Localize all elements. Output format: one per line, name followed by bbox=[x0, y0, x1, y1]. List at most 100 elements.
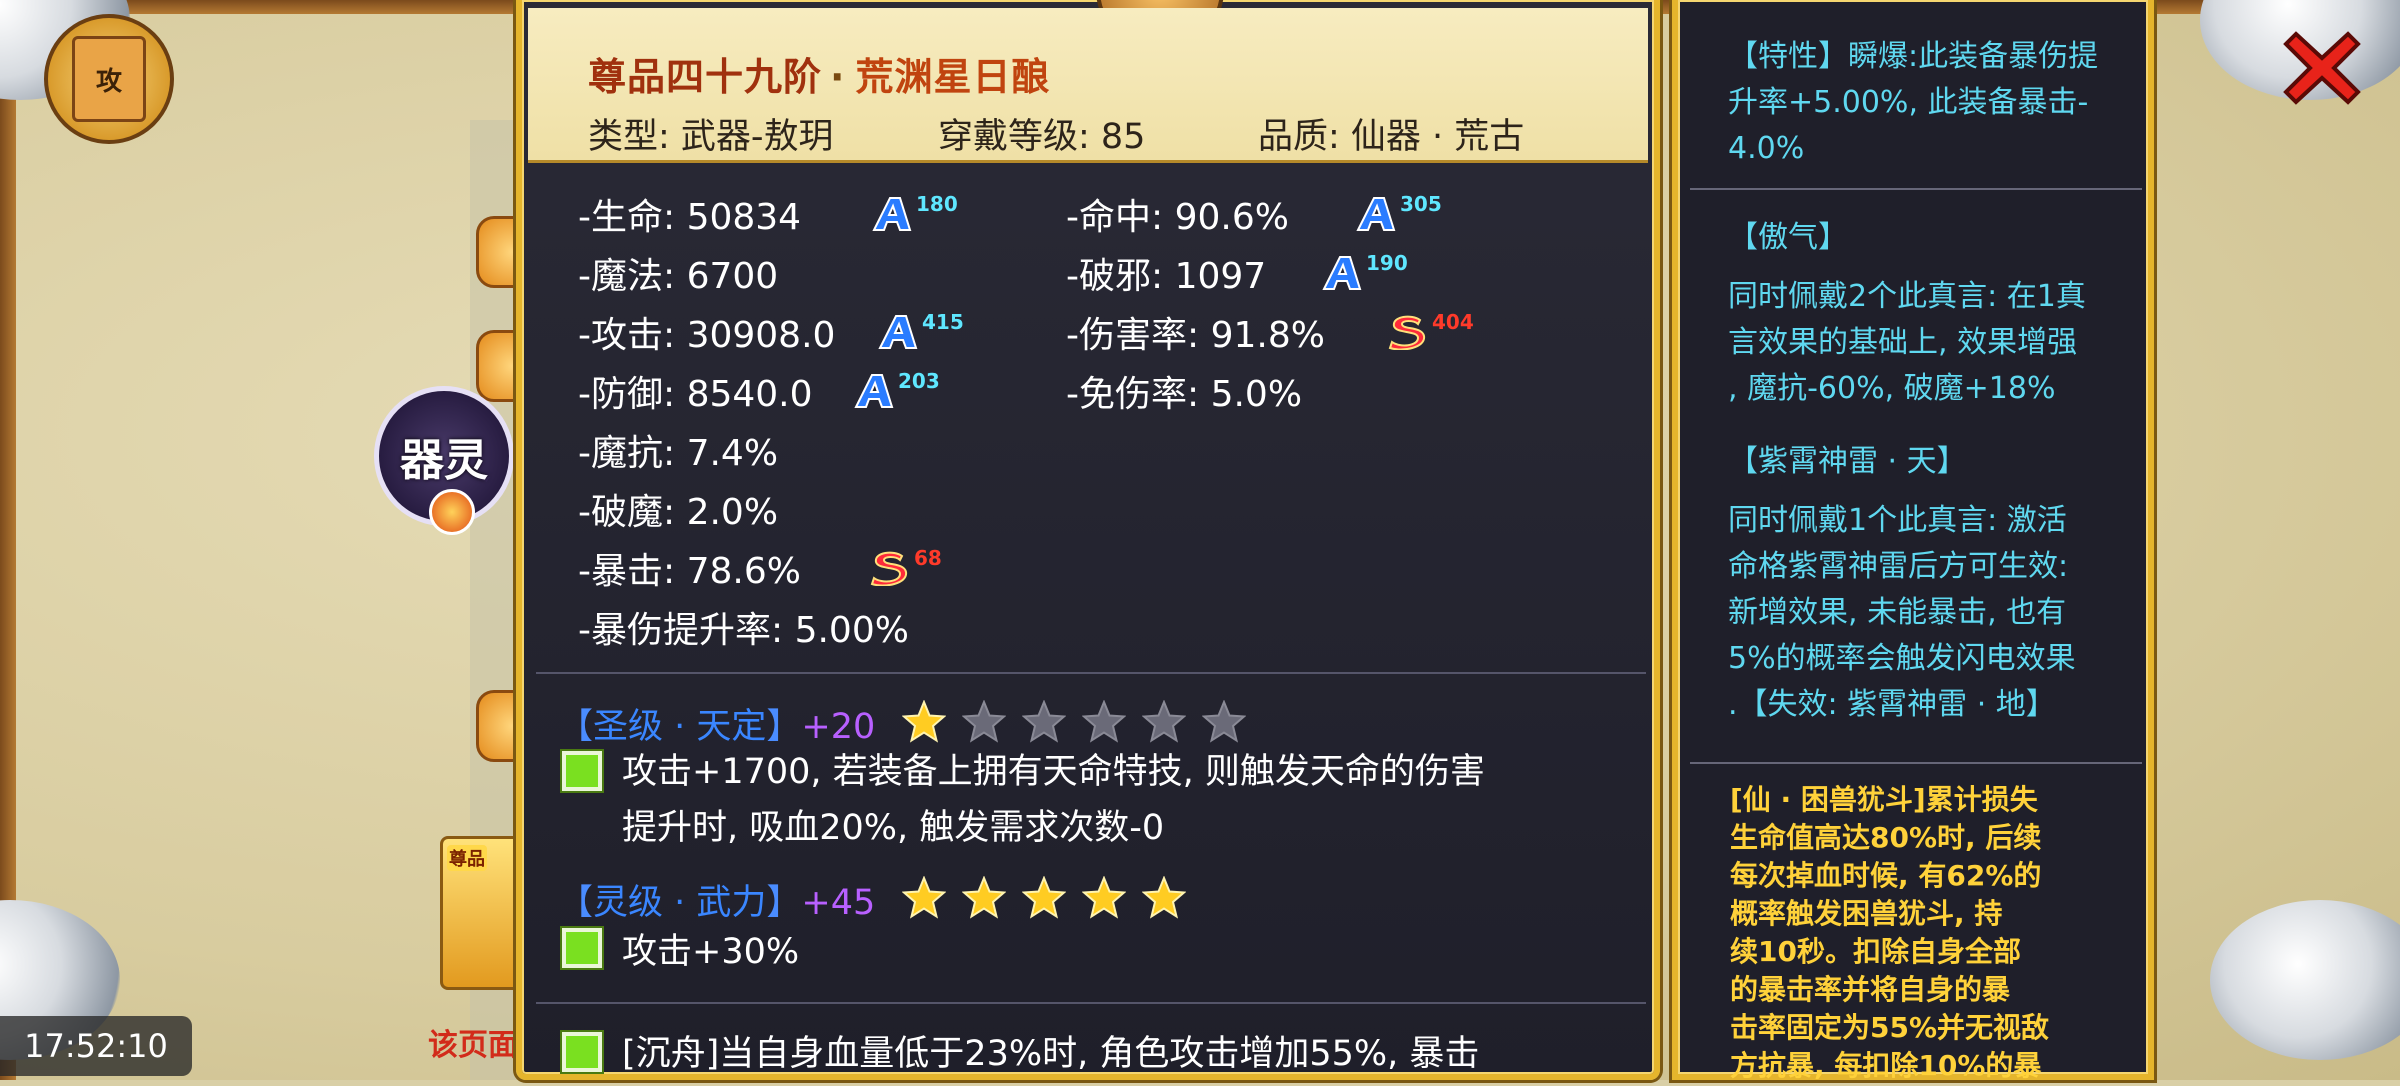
trait-line: 升率+5.00%, 此装备暴击- bbox=[1728, 85, 2089, 120]
page-note-text: 该页面 bbox=[428, 1028, 518, 1063]
aoqi-line: , 魔抗-60%, 破魔+18% bbox=[1728, 371, 2056, 406]
item-title: 尊品四十九阶 · 荒渊星日酿 bbox=[588, 46, 1050, 101]
item-quality: 品质: 仙器 · 荒古 bbox=[1258, 117, 1525, 157]
level-bracket: 】 bbox=[766, 707, 802, 747]
trait-line: 4.0% bbox=[1728, 131, 1805, 166]
level-desc-line: 攻击+30% bbox=[622, 932, 800, 972]
grade-s-icon bbox=[1388, 315, 1426, 350]
zixiao-line: .【失效: 紫霄神雷 · 地】 bbox=[1728, 687, 2056, 722]
level-plus: +45 bbox=[801, 883, 876, 923]
clock-display: 17:52:10 bbox=[0, 1016, 192, 1076]
xian-line: 生命值高达80%时, 后续 bbox=[1730, 821, 2042, 854]
equipment-grade-tag: 尊品 bbox=[447, 845, 487, 871]
stat-mp: -魔法: 6700 bbox=[578, 256, 779, 297]
level-label: 灵级 · 武力 bbox=[593, 883, 767, 923]
qiling-label: 器灵 bbox=[400, 435, 488, 486]
level-title-holy: 【圣级 · 天定】+20 bbox=[558, 698, 875, 749]
stat-crit-dmg-rate: -暴伤提升率: 5.00% bbox=[578, 610, 909, 651]
title-dot: · bbox=[830, 55, 846, 99]
zixiao-line: 新增效果, 未能暴击, 也有 bbox=[1728, 595, 2067, 630]
extra-desc-line: [沉舟]当自身血量低于23%时, 角色攻击增加55%, 暴击 bbox=[622, 1034, 1480, 1074]
item-header: 尊品四十九阶 · 荒渊星日酿 类型: 武器-敖玥 穿戴等级: 85 品质: 仙器 ·… bbox=[528, 8, 1648, 163]
xian-line: [仙 · 困兽犹斗]累计损失 bbox=[1730, 783, 2038, 816]
xian-line: 击率固定为55%并无视敌 bbox=[1730, 1011, 2050, 1044]
level-plus: +20 bbox=[801, 707, 876, 747]
level-bracket: 【 bbox=[558, 883, 594, 923]
star-filled-icon bbox=[1022, 876, 1066, 919]
section-divider bbox=[536, 1002, 1646, 1004]
item-name: 荒渊星日酿 bbox=[855, 55, 1051, 99]
star-filled-icon bbox=[902, 700, 946, 743]
effects-side-panel: 【特性】瞬爆:此装备暴伤提 升率+5.00%, 此装备暴击- 4.0% 【傲气】… bbox=[1672, 0, 2154, 1082]
star-filled-icon bbox=[962, 876, 1006, 919]
section-divider bbox=[536, 672, 1646, 674]
stat-accuracy: -命中: 90.6% bbox=[1066, 197, 1289, 238]
stat-evil-break: -破邪: 1097 bbox=[1066, 256, 1267, 297]
grade-a-value: 305 bbox=[1400, 192, 1442, 216]
section-divider bbox=[1690, 762, 2142, 764]
xian-line: 的暴击率并将自身的暴 bbox=[1730, 973, 2011, 1006]
stat-damage-reduction: -免伤率: 5.0% bbox=[1066, 374, 1303, 415]
stat-attack: -攻击: 30908.0 bbox=[578, 315, 836, 356]
qiling-button[interactable]: 器灵 bbox=[374, 386, 514, 535]
star-empty-icon bbox=[1202, 700, 1246, 743]
xian-line: 方抗暴, 每扣除10%的暴 bbox=[1730, 1049, 2042, 1082]
checkbox-icon[interactable] bbox=[560, 926, 604, 970]
stat-crit: -暴击: 78.6% bbox=[578, 551, 801, 592]
grade-a-icon bbox=[878, 315, 918, 349]
grade-a-icon bbox=[1356, 197, 1396, 231]
item-type: 类型: 武器-敖玥 bbox=[588, 117, 834, 157]
trait-line: 【特性】瞬爆:此装备暴伤提 bbox=[1728, 39, 2099, 74]
star-rating bbox=[902, 876, 1202, 924]
flame-icon bbox=[429, 489, 475, 535]
zixiao-heading: 【紫霄神雷 · 天】 bbox=[1728, 444, 1967, 479]
star-filled-icon bbox=[1082, 876, 1126, 919]
level-bracket: 【 bbox=[558, 707, 594, 747]
stat-damage-rate: -伤害率: 91.8% bbox=[1066, 315, 1325, 356]
star-empty-icon bbox=[962, 700, 1006, 743]
grade-a-value: 190 bbox=[1366, 251, 1408, 275]
grade-a-value: 415 bbox=[922, 310, 964, 334]
grade-s-value: 68 bbox=[914, 546, 942, 570]
level-desc-line: 攻击+1700, 若装备上拥有天命特技, 则触发天命的伤害 bbox=[622, 752, 1485, 792]
aoqi-line: 同时佩戴2个此真言: 在1真 bbox=[1728, 279, 2086, 314]
star-empty-icon bbox=[1082, 700, 1126, 743]
grade-a-icon bbox=[854, 374, 894, 408]
xian-line: 续10秒。扣除自身全部 bbox=[1730, 935, 2021, 968]
star-empty-icon bbox=[1022, 700, 1066, 743]
checkbox-icon[interactable] bbox=[560, 749, 604, 793]
book-icon-label: 攻 bbox=[72, 36, 146, 122]
level-label: 圣级 · 天定 bbox=[593, 707, 767, 747]
xian-line: 概率触发困兽犹斗, 持 bbox=[1730, 897, 2003, 930]
zixiao-line: 命格紫霄神雷后方可生效: bbox=[1728, 549, 2069, 584]
level-desc-line: 提升时, 吸血20%, 触发需求次数-0 bbox=[622, 808, 1165, 848]
level-bracket: 】 bbox=[766, 883, 802, 923]
grade-s-value: 404 bbox=[1432, 310, 1474, 334]
attack-book-icon[interactable]: 攻 bbox=[44, 14, 174, 144]
stat-magic-resist: -魔抗: 7.4% bbox=[578, 433, 779, 474]
grade-s-icon bbox=[870, 551, 908, 586]
checkbox-icon[interactable] bbox=[560, 1030, 604, 1074]
close-icon[interactable] bbox=[2282, 28, 2362, 108]
star-filled-icon bbox=[902, 876, 946, 919]
aoqi-line: 言效果的基础上, 效果增强 bbox=[1728, 325, 2078, 360]
item-tier: 尊品四十九阶 bbox=[588, 55, 823, 99]
zixiao-line: 5%的概率会触发闪电效果 bbox=[1728, 641, 2076, 676]
xian-line: 每次掉血时候, 有62%的 bbox=[1730, 859, 2042, 892]
star-rating bbox=[902, 700, 1262, 748]
grade-a-value: 203 bbox=[898, 369, 940, 393]
item-wear-level: 穿戴等级: 85 bbox=[938, 117, 1146, 157]
stat-hp: -生命: 50834 bbox=[578, 197, 802, 238]
stat-defense: -防御: 8540.0 bbox=[578, 374, 813, 415]
zixiao-line: 同时佩戴1个此真言: 激活 bbox=[1728, 503, 2067, 538]
star-empty-icon bbox=[1142, 700, 1186, 743]
star-filled-icon bbox=[1142, 876, 1186, 919]
aoqi-heading: 【傲气】 bbox=[1728, 220, 1848, 255]
stat-magic-break: -破魔: 2.0% bbox=[578, 492, 779, 533]
grade-a-icon bbox=[872, 197, 912, 231]
item-tooltip-panel: 尊品四十九阶 · 荒渊星日酿 类型: 武器-敖玥 穿戴等级: 85 品质: 仙器 ·… bbox=[516, 0, 1660, 1080]
grade-a-icon bbox=[1322, 256, 1362, 290]
section-divider bbox=[1690, 188, 2142, 190]
grade-a-value: 180 bbox=[916, 192, 958, 216]
level-title-spirit: 【灵级 · 武力】+45 bbox=[558, 874, 875, 925]
